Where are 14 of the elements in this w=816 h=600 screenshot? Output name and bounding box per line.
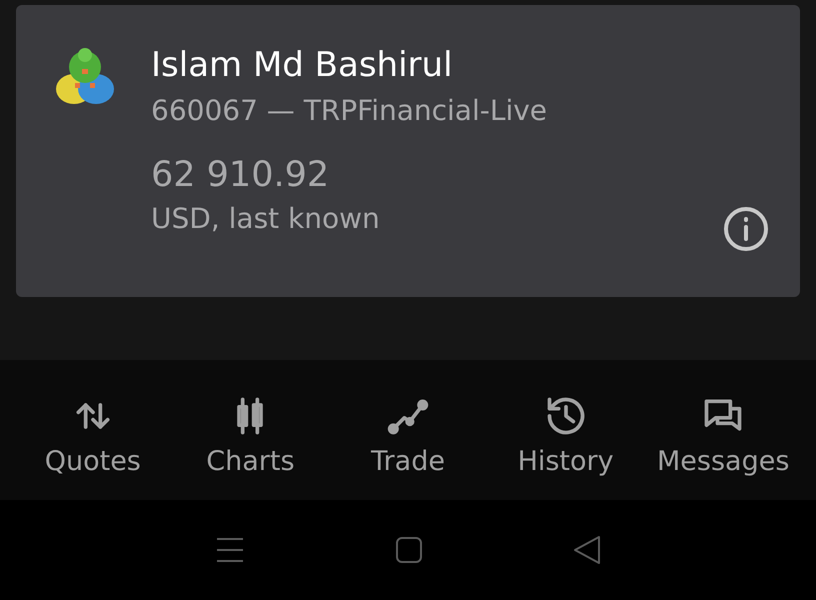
menu-icon[interactable] xyxy=(215,535,245,565)
info-icon[interactable] xyxy=(722,205,770,253)
nav-tab[interactable]: Messages xyxy=(644,360,802,500)
nav-tab[interactable]: Charts xyxy=(172,360,330,500)
account-balance: 62 910.92 xyxy=(151,154,330,197)
account-name: Islam Md Bashirul xyxy=(151,44,454,87)
nav-tab[interactable]: Quotes xyxy=(14,360,172,500)
back-icon[interactable] xyxy=(573,535,601,565)
account-card[interactable]: Islam Md Bashirul 660067 — TRPFinancial-Live 62 910.92 USD, last known xyxy=(16,5,800,297)
account-server: 660067 — TRPFinancial-Live xyxy=(151,93,548,129)
nav-tab[interactable]: Trade xyxy=(329,360,487,500)
home-icon[interactable] xyxy=(395,536,423,564)
nav-tab[interactable]: History xyxy=(486,360,644,500)
balance-note: USD, last known xyxy=(151,201,381,237)
